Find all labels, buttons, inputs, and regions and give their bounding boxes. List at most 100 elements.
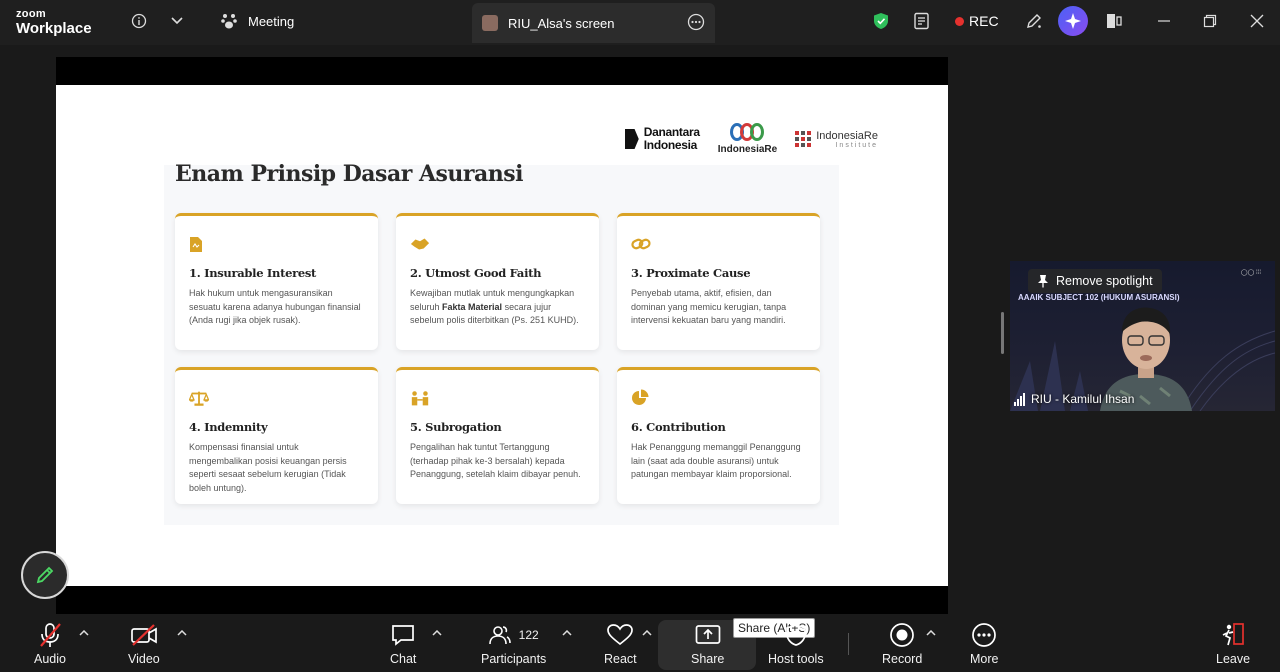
meeting-toolbar xyxy=(0,614,1280,672)
host-tools-label: Host tools xyxy=(768,652,824,666)
document-icon xyxy=(189,234,209,254)
indonesiare-logo: IndonesiaRe xyxy=(718,123,777,155)
layout-icon[interactable] xyxy=(1103,10,1125,32)
record-options-icon[interactable] xyxy=(925,628,937,638)
muted-mic-icon xyxy=(38,622,62,648)
info-icon[interactable] xyxy=(128,10,150,32)
video-label: Video xyxy=(128,652,160,666)
card-text: Penyebab utama, aktif, efisien, dan domi… xyxy=(631,288,787,325)
recording-indicator[interactable]: REC xyxy=(955,13,999,29)
chevron-down-icon[interactable] xyxy=(166,10,188,32)
video-off-icon xyxy=(130,622,158,648)
participant-name-tag: RIU - Kamilul Ihsan xyxy=(1014,392,1134,406)
card-utmost-good-faith: 2. Utmost Good Faith Kewajiban mutlak un… xyxy=(396,213,599,350)
card-indemnity: 4. Indemnity Kompensasi finansial untuk … xyxy=(175,367,378,504)
zoom-logo: zoom Workplace xyxy=(16,8,92,37)
link-icon xyxy=(631,234,651,254)
audio-label: Audio xyxy=(34,652,66,666)
card-proximate-cause: 3. Proximate Cause Penyebab utama, aktif… xyxy=(617,213,820,350)
react-options-icon[interactable] xyxy=(641,628,653,638)
danantara-logo: Danantara Indonesia xyxy=(624,126,700,152)
record-button[interactable]: Record xyxy=(882,622,922,666)
indonesiare-label: IndonesiaRe xyxy=(717,144,778,155)
host-tools-button[interactable]: Host tools xyxy=(768,622,824,666)
react-button[interactable]: React xyxy=(604,622,637,666)
card-title: 1. Insurable Interest xyxy=(189,266,317,280)
close-icon[interactable] xyxy=(1246,10,1268,32)
notes-icon[interactable] xyxy=(911,10,933,32)
audio-options-icon[interactable] xyxy=(78,628,90,638)
participants-icon-group: 122 xyxy=(488,622,539,648)
chat-icon xyxy=(391,622,415,648)
card-title: 4. Indemnity xyxy=(189,420,268,434)
minimize-icon[interactable] xyxy=(1153,10,1175,32)
card-subrogation: 5. Subrogation Pengalihan hak tuntut Ter… xyxy=(396,367,599,504)
tile-logos: ◯◯ ⁞⁞⁞ xyxy=(1240,270,1261,276)
brand-top: zoom xyxy=(16,8,46,20)
participants-options-icon[interactable] xyxy=(561,628,573,638)
pie-icon xyxy=(631,388,651,408)
card-text: Kewajiban mutlak untuk mengungkapkan sel… xyxy=(410,288,579,325)
card-title: 5. Subrogation xyxy=(410,420,502,434)
record-dot-icon xyxy=(955,16,964,26)
toolbar-divider xyxy=(848,633,849,655)
card-text: Pengalihan hak tuntut Tertanggung (terha… xyxy=(410,442,581,479)
record-label: Record xyxy=(882,652,923,666)
brand-bottom: Workplace xyxy=(16,20,92,37)
share-label: Share xyxy=(691,652,725,666)
tab-meeting-label: Meeting xyxy=(248,13,295,29)
card-title: 3. Proximate Cause xyxy=(631,266,751,280)
chat-label: Chat xyxy=(390,652,417,666)
participants-button[interactable]: 122 Participants xyxy=(481,622,546,666)
chat-button[interactable]: Chat xyxy=(390,622,416,666)
institute-main: IndonesiaRe xyxy=(816,129,878,142)
card-text: Hak hukum untuk mengasuransikan sesuatu … xyxy=(189,288,361,325)
danantara-line2: Indonesia xyxy=(643,138,698,152)
slide-logos: Danantara Indonesia IndonesiaRe Indonesia… xyxy=(624,123,878,155)
tab-meeting[interactable]: Meeting xyxy=(220,12,294,30)
maximize-icon[interactable] xyxy=(1199,10,1221,32)
participant-video-tile[interactable]: Remove spotlight AAAIK SUBJECT 102 (HUKU… xyxy=(1010,261,1275,411)
leave-button[interactable]: Leave xyxy=(1216,622,1250,666)
annotate-icon[interactable] xyxy=(1023,10,1045,32)
title-bar: zoom Workplace Meeting RIU_Alsa's screen… xyxy=(0,0,1280,45)
panel-resize-handle[interactable] xyxy=(1001,312,1004,354)
video-button[interactable]: Video xyxy=(128,622,160,666)
card-text: Kompensasi finansial untuk mengembalikan… xyxy=(189,442,347,493)
remove-spotlight-button[interactable]: Remove spotlight xyxy=(1028,269,1162,293)
signal-icon xyxy=(1014,392,1025,406)
more-label: More xyxy=(970,652,999,666)
chat-options-icon[interactable] xyxy=(431,628,443,638)
rec-label: REC xyxy=(969,13,999,29)
ai-companion-icon[interactable] xyxy=(1058,6,1088,36)
spotlight-label: Remove spotlight xyxy=(1056,274,1153,288)
pin-icon xyxy=(1038,275,1048,288)
indonesiare-institute-logo: IndonesiaRe Institute xyxy=(795,130,878,149)
record-icon xyxy=(889,622,915,648)
shield-icon[interactable] xyxy=(870,10,892,32)
scale-icon xyxy=(189,388,209,408)
leave-icon xyxy=(1220,622,1246,648)
presentation-slide: Danantara Indonesia IndonesiaRe Indonesia… xyxy=(56,85,948,586)
participants-count: 122 xyxy=(518,628,539,642)
shield-icon xyxy=(785,622,807,648)
card-title: 6. Contribution xyxy=(631,420,726,434)
video-options-icon[interactable] xyxy=(176,628,188,638)
annotation-pencil-button[interactable] xyxy=(21,551,69,599)
card-insurable-interest: 1. Insurable Interest Hak hukum untuk me… xyxy=(175,213,378,350)
slide-content: Enam Prinsip Dasar Asuransi 1. Insurable… xyxy=(164,161,839,525)
participant-name: RIU - Kamilul Ihsan xyxy=(1031,392,1135,406)
tab-shared-screen[interactable]: RIU_Alsa's screen xyxy=(472,3,715,43)
card-contribution: 6. Contribution Hak Penanggung memanggil… xyxy=(617,367,820,504)
card-text: Hak Penanggung memanggil Penanggung lain… xyxy=(631,442,801,479)
participants-label: Participants xyxy=(481,652,547,666)
avatar xyxy=(482,15,498,31)
audio-button[interactable]: Audio xyxy=(34,622,66,666)
share-button[interactable]: Share xyxy=(691,622,724,666)
handshake-icon xyxy=(410,234,430,254)
more-button[interactable]: More xyxy=(970,622,998,666)
tab-screen-label: RIU_Alsa's screen xyxy=(508,15,615,31)
more-icon xyxy=(971,622,997,648)
more-icon[interactable] xyxy=(687,13,705,34)
react-label: React xyxy=(604,652,637,666)
